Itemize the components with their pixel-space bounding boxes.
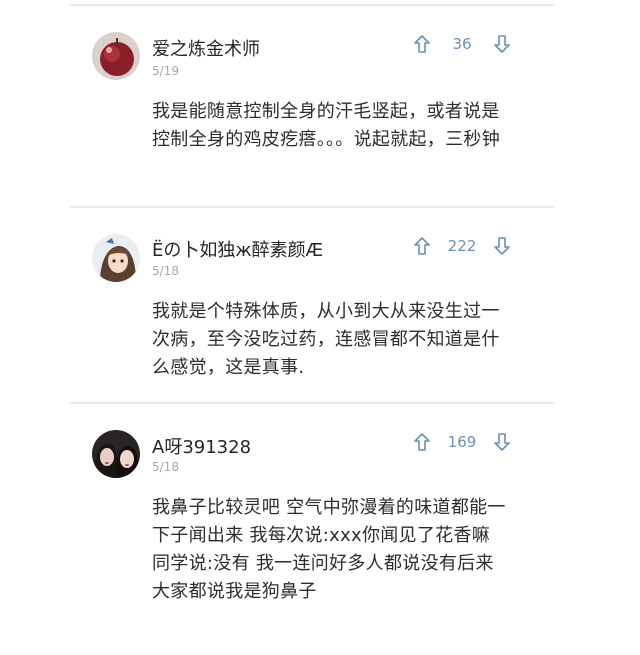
upvote-icon[interactable] [412,236,432,256]
two-girls-photo-avatar-icon [92,430,140,478]
comment-date: 5/18 [152,460,179,474]
vote-control: 36 [412,32,522,56]
vote-count: 169 [447,433,477,451]
upvote-icon[interactable] [412,432,432,452]
avatar[interactable] [92,32,140,80]
downvote-icon[interactable] [492,34,512,54]
username[interactable]: A呀391328 [152,433,251,459]
comment-text: 我就是个特殊体质，从小到大从来没生过一次病，至今没吃过药，连感冒都不知道是什么感… [152,301,500,378]
downvote-icon[interactable] [492,236,512,256]
avatar[interactable] [92,430,140,478]
comment-date: 5/18 [152,264,179,278]
vote-control: 222 [412,234,522,258]
downvote-icon[interactable] [492,432,512,452]
apple-photo-avatar-icon [92,32,140,80]
divider [70,206,554,208]
comment-text: 我鼻子比较灵吧 空气中弥漫着的味道都能一下子闻出来 我每次说:xxx你闻见了花香… [152,497,506,602]
vote-count: 36 [452,35,472,53]
divider [70,402,554,404]
anime-girl-avatar-icon [92,234,140,282]
vote-count: 222 [447,237,477,255]
username[interactable]: Ёの卜如独ж醉素颜Æ [152,236,323,262]
comment-date: 5/19 [152,64,179,78]
username[interactable]: 爱之炼金术师 [152,35,260,61]
comment-feed: 爱之炼金术师 5/19 36 我是能随意控制全身的汗毛竖起，或者说是控制全身的鸡… [0,0,640,655]
avatar[interactable] [92,234,140,282]
vote-control: 169 [412,430,522,454]
comment-text: 我是能随意控制全身的汗毛竖起，或者说是控制全身的鸡皮疙瘩。。。说起就起，三秒钟 [152,101,500,150]
divider [70,4,554,6]
upvote-icon[interactable] [412,34,432,54]
